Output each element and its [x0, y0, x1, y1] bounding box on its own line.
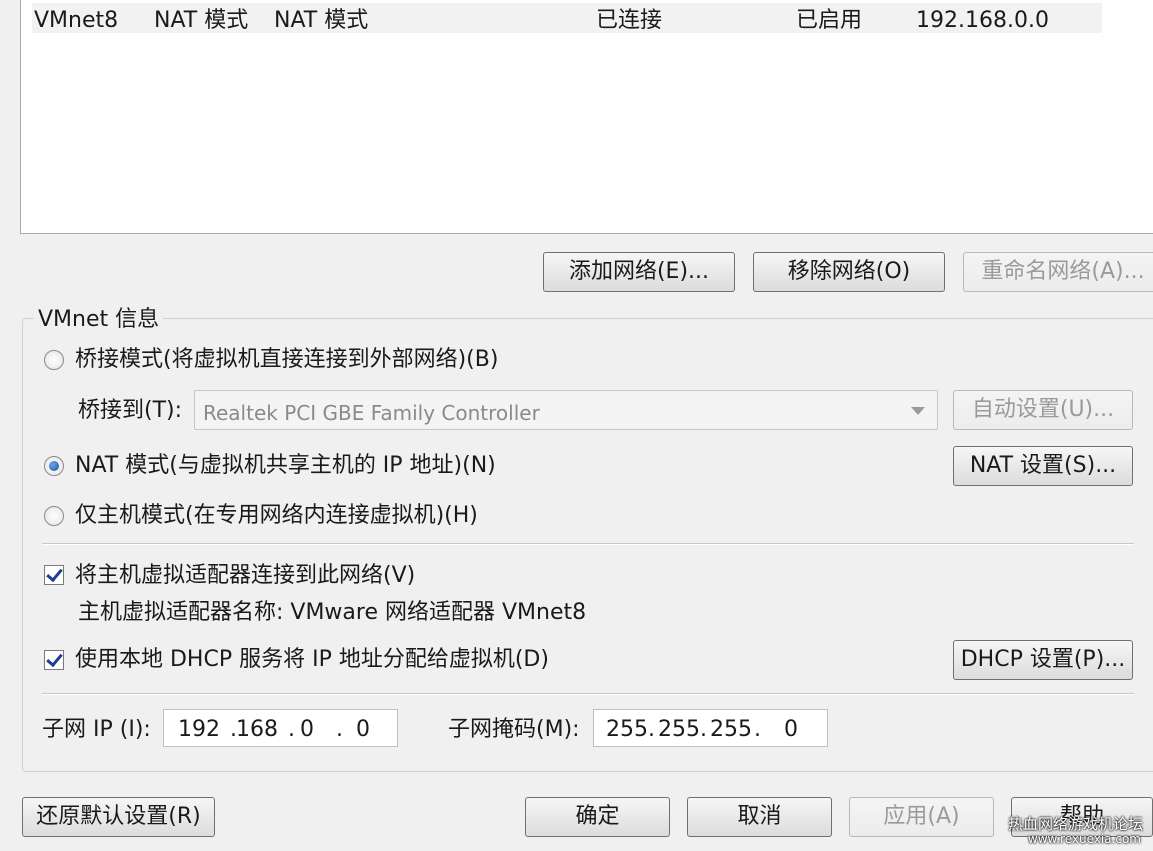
network-type: NAT 模式 — [154, 8, 249, 33]
ip-dot: . — [288, 717, 295, 742]
subnet-ip-octet-4: 0 — [356, 717, 370, 742]
ok-button[interactable]: 确定 — [525, 797, 670, 837]
subnet-ip-label: 子网 IP (I): — [42, 717, 151, 742]
subnet-ip-octet-2: 168 — [236, 717, 278, 742]
separator — [42, 693, 1134, 695]
network-external: NAT 模式 — [274, 8, 369, 33]
network-list[interactable]: VMnet8 NAT 模式 NAT 模式 已连接 已启用 192.168.0.0 — [20, 0, 1153, 234]
subnet-mask-octet-4: 0 — [784, 717, 798, 742]
ip-dot: . — [648, 717, 655, 742]
network-name: VMnet8 — [34, 8, 119, 33]
bridge-to-label: 桥接到(T): — [78, 398, 183, 423]
apply-button[interactable]: 应用(A) — [849, 797, 994, 837]
chevron-down-icon[interactable] — [911, 407, 925, 415]
subnet-ip-octet-3: 0 — [300, 717, 314, 742]
ip-dot: . — [754, 717, 761, 742]
ip-dot: . — [336, 717, 343, 742]
connect-adapter-checkbox[interactable] — [44, 565, 64, 585]
nat-settings-button[interactable]: NAT 设置(S)... — [953, 446, 1133, 486]
vmnet-info-group — [22, 318, 1153, 772]
host-only-mode-radio[interactable] — [44, 506, 64, 526]
adapter-name-label: 主机虚拟适配器名称: VMware 网络适配器 VMnet8 — [78, 600, 587, 625]
bridged-mode-radio[interactable] — [44, 350, 64, 370]
nat-mode-label[interactable]: NAT 模式(与虚拟机共享主机的 IP 地址)(N) — [75, 455, 496, 477]
subnet-mask-input[interactable]: 255 . 255 . 255 . 0 — [593, 709, 828, 747]
watermark-url: www.rexuexia.com — [1027, 832, 1141, 846]
network-host-connection: 已连接 — [596, 8, 663, 33]
dhcp-checkbox[interactable] — [44, 650, 64, 670]
separator — [42, 543, 1134, 545]
restore-defaults-button[interactable]: 还原默认设置(R) — [22, 797, 215, 837]
bridge-to-value: Realtek PCI GBE Family Controller — [203, 401, 540, 425]
subnet-mask-octet-1: 255 — [606, 717, 648, 742]
subnet-mask-octet-2: 255 — [658, 717, 700, 742]
vmnet-info-title: VMnet 信息 — [34, 309, 164, 331]
subnet-mask-octet-3: 255 — [710, 717, 752, 742]
remove-network-button[interactable]: 移除网络(O) — [753, 252, 945, 292]
subnet-ip-octet-1: 192 — [178, 717, 220, 742]
subnet-mask-label: 子网掩码(M): — [448, 717, 580, 742]
host-only-mode-label[interactable]: 仅主机模式(在专用网络内连接虚拟机)(H) — [75, 505, 478, 527]
dhcp-label[interactable]: 使用本地 DHCP 服务将 IP 地址分配给虚拟机(D) — [75, 649, 549, 671]
nat-mode-radio[interactable] — [44, 456, 64, 476]
watermark-text: 热血网络游戏机论坛 — [1007, 815, 1143, 833]
subnet-ip-input[interactable]: 192 . 168 . 0 . 0 — [163, 709, 398, 747]
table-row[interactable]: VMnet8 NAT 模式 NAT 模式 已连接 已启用 192.168.0.0 — [32, 3, 1102, 33]
auto-settings-button[interactable]: 自动设置(U)... — [953, 390, 1133, 430]
ip-dot: . — [700, 717, 707, 742]
bridged-mode-label[interactable]: 桥接模式(将虚拟机直接连接到外部网络)(B) — [75, 349, 498, 371]
connect-adapter-label[interactable]: 将主机虚拟适配器连接到此网络(V) — [75, 565, 415, 587]
network-subnet: 192.168.0.0 — [916, 8, 1049, 33]
network-dhcp: 已启用 — [796, 8, 863, 33]
rename-network-button[interactable]: 重命名网络(A)... — [963, 252, 1153, 292]
bridge-to-select[interactable]: Realtek PCI GBE Family Controller — [194, 390, 938, 430]
add-network-button[interactable]: 添加网络(E)... — [543, 252, 735, 292]
dhcp-settings-button[interactable]: DHCP 设置(P)... — [953, 640, 1133, 680]
cancel-button[interactable]: 取消 — [687, 797, 832, 837]
